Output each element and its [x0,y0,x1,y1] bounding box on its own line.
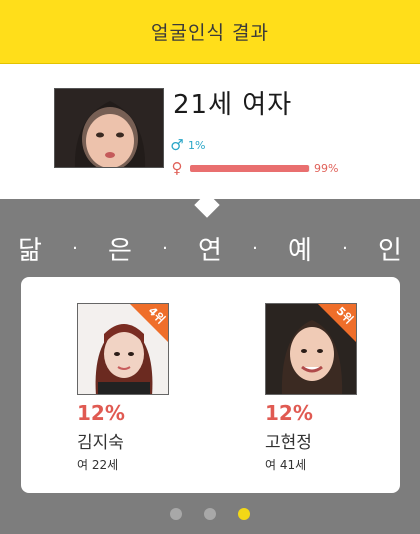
title-separator: · [342,237,348,259]
header-title: 얼굴인식 결과 [151,22,269,44]
title-letter: 예 [288,235,312,266]
app-header: 얼굴인식 결과 [0,0,420,64]
male-probability-row: ♂ 1% [168,136,206,154]
estimated-age-gender: 21세 여자 [173,90,293,120]
celebrity-card[interactable]: 5위 12% 고현정 여 41세 [265,303,365,473]
page-dot[interactable] [204,508,216,520]
title-letter: 연 [198,235,222,266]
celebrity-name: 고현정 [265,433,312,453]
similar-celebrities-title: 닮 · 은 · 연 · 예 · 인 [0,225,420,271]
similarity-percentage: 12% [265,401,313,425]
celebrity-gender-age: 여 22세 [77,458,119,472]
female-bar-fill [190,164,309,172]
page-dot[interactable] [170,508,182,520]
celebrity-gender-age: 여 41세 [265,458,307,472]
female-percentage: 99% [314,161,339,175]
title-letter: 인 [378,235,402,266]
title-separator: · [72,237,78,259]
celebrity-name: 김지숙 [77,433,124,453]
page-dot[interactable] [238,508,250,520]
male-percentage: 1% [188,138,206,152]
title-letter: 은 [108,235,132,266]
female-probability-row: ♀ 99% [168,159,339,177]
female-bar-track [190,164,310,172]
celebrity-photo[interactable]: 4위 [77,303,169,395]
title-letter: 닮 [18,235,42,266]
male-icon: ♂ [170,136,184,154]
title-separator: · [162,237,168,259]
face-photo-illustration [55,89,163,167]
title-separator: · [252,237,258,259]
celebrity-photo[interactable]: 5위 [265,303,357,395]
similarity-percentage: 12% [77,401,125,425]
celebrity-card[interactable]: 4위 12% 김지숙 여 22세 [77,303,177,473]
user-face-photo [54,88,164,168]
celebrity-panel: 4위 12% 김지숙 여 22세 5위 12% 고현정 여 41세 [21,277,400,493]
female-icon: ♀ [171,159,183,177]
page-indicator [0,508,420,522]
